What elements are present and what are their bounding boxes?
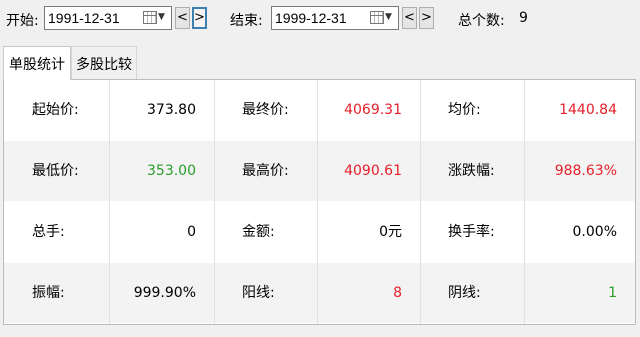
chevron-down-icon: ▼ [385, 12, 392, 22]
end-prev-button[interactable]: < [402, 7, 417, 29]
stat-value: 0.00% [572, 224, 617, 240]
stat-value: 353.00 [147, 163, 196, 179]
stat-label: 最高价: [242, 163, 289, 179]
tab-multi-stock[interactable]: 多股比较 [71, 46, 137, 79]
calendar-icon [143, 11, 157, 24]
stat-value: 0元 [379, 224, 402, 240]
start-date-value: 1991-12-31 [48, 10, 120, 26]
column-divider [109, 80, 110, 324]
stat-label: 阴线: [448, 285, 481, 301]
stats-row: 振幅: 999.90% 阳线: 8 阴线: 1 [4, 263, 635, 323]
column-divider [317, 80, 318, 324]
end-date-value: 1999-12-31 [275, 10, 347, 26]
count-value: 9 [519, 10, 528, 26]
start-label: 开始: [6, 13, 39, 29]
column-divider [524, 80, 525, 324]
stat-value: 1440.84 [559, 102, 617, 118]
stat-label: 均价: [448, 102, 481, 118]
column-divider [420, 80, 421, 324]
stat-value: 1 [608, 285, 617, 301]
stat-label: 涨跌幅: [448, 163, 495, 179]
stat-value: 8 [393, 285, 402, 301]
stats-row: 起始价: 373.80 最终价: 4069.31 均价: 1440.84 [4, 80, 635, 140]
calendar-icon [370, 11, 384, 24]
start-next-button[interactable]: > [192, 7, 207, 29]
toolbar: 开始: 1991-12-31 ▼ < > 结束: 1999-12-31 ▼ < … [0, 0, 640, 38]
column-divider [214, 80, 215, 324]
stat-label: 起始价: [32, 102, 79, 118]
end-date-picker[interactable]: 1999-12-31 ▼ [271, 6, 399, 30]
tab-single-stock[interactable]: 单股统计 [3, 46, 71, 80]
start-prev-button[interactable]: < [175, 7, 190, 29]
stat-label: 振幅: [32, 285, 65, 301]
end-next-button[interactable]: > [419, 7, 434, 29]
stat-label: 阳线: [242, 285, 275, 301]
chevron-down-icon: ▼ [158, 12, 165, 22]
start-date-picker[interactable]: 1991-12-31 ▼ [44, 6, 172, 30]
stat-value: 4090.61 [344, 163, 402, 179]
stat-label: 换手率: [448, 224, 495, 240]
stats-panel: 起始价: 373.80 最终价: 4069.31 均价: 1440.84 最低价… [3, 79, 636, 325]
stat-label: 金额: [242, 224, 275, 240]
stat-value: 373.80 [147, 102, 196, 118]
stat-value: 988.63% [554, 163, 617, 179]
stats-row: 最低价: 353.00 最高价: 4090.61 涨跌幅: 988.63% [4, 141, 635, 201]
stat-value: 4069.31 [344, 102, 402, 118]
stat-label: 最低价: [32, 163, 79, 179]
stat-label: 最终价: [242, 102, 289, 118]
stat-value: 0 [187, 224, 196, 240]
end-label: 结束: [230, 13, 263, 29]
stat-value: 999.90% [133, 285, 196, 301]
stat-label: 总手: [32, 224, 65, 240]
count-label: 总个数: [458, 13, 505, 29]
stats-row: 总手: 0 金额: 0元 换手率: 0.00% [4, 202, 635, 262]
